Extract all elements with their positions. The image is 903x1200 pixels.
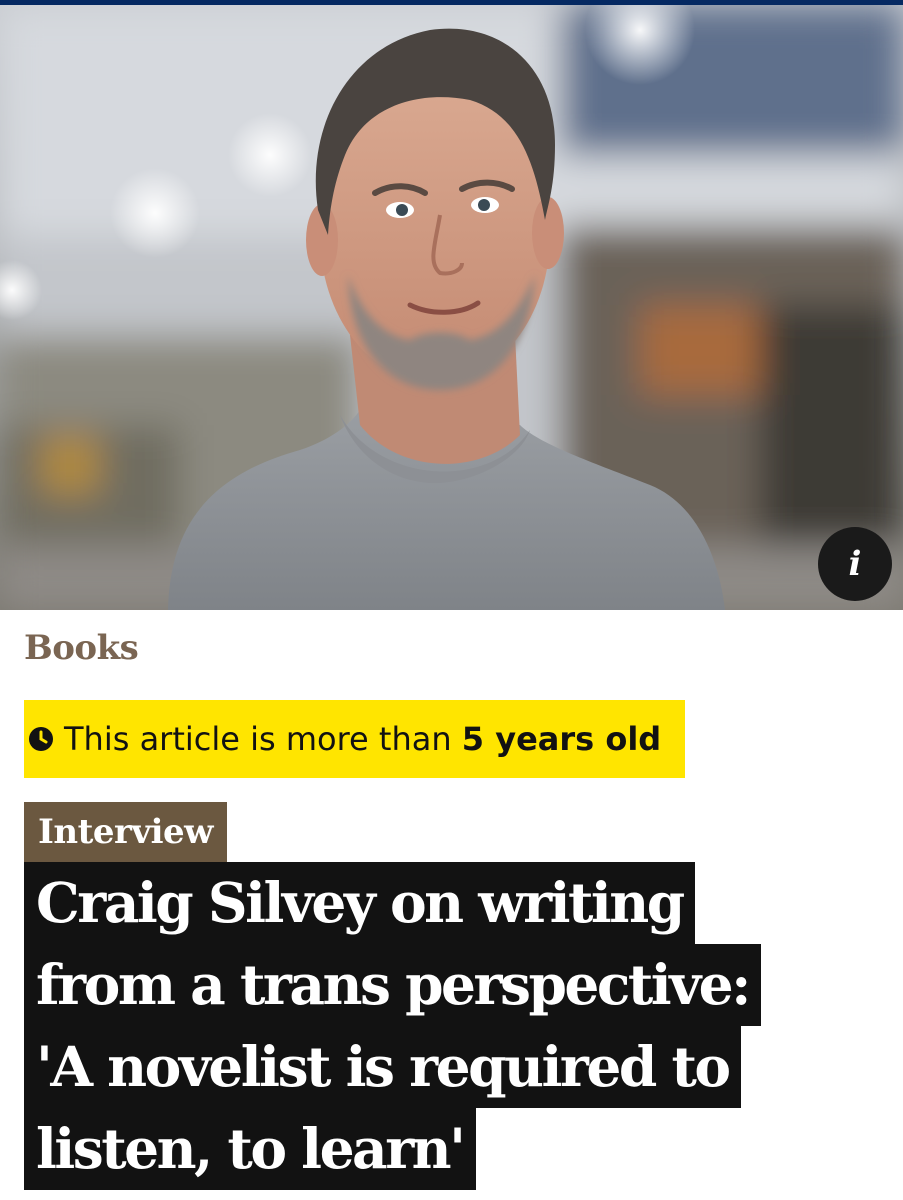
info-icon: i bbox=[848, 544, 862, 584]
article-headline: Craig Silvey on writing from a trans per… bbox=[24, 862, 884, 1190]
article-page: i Books This article is more than 5 year… bbox=[0, 0, 903, 1200]
info-button[interactable]: i bbox=[818, 527, 892, 601]
clock-icon bbox=[29, 727, 53, 751]
age-warning-text: This article is more than bbox=[64, 720, 462, 758]
headline-line: Craig Silvey on writing bbox=[24, 862, 695, 944]
hero-photo bbox=[0, 5, 903, 610]
article-kicker: Interview bbox=[24, 802, 227, 862]
headline-line: listen, to learn' bbox=[24, 1108, 476, 1190]
hero-image: i bbox=[0, 5, 903, 610]
headline-line: from a trans perspective: bbox=[24, 944, 761, 1026]
headline-line: 'A novelist is required to bbox=[24, 1026, 741, 1108]
section-label[interactable]: Books bbox=[24, 628, 139, 668]
article-age-warning: This article is more than 5 years old bbox=[24, 700, 686, 778]
age-warning-duration: 5 years old bbox=[461, 720, 662, 758]
